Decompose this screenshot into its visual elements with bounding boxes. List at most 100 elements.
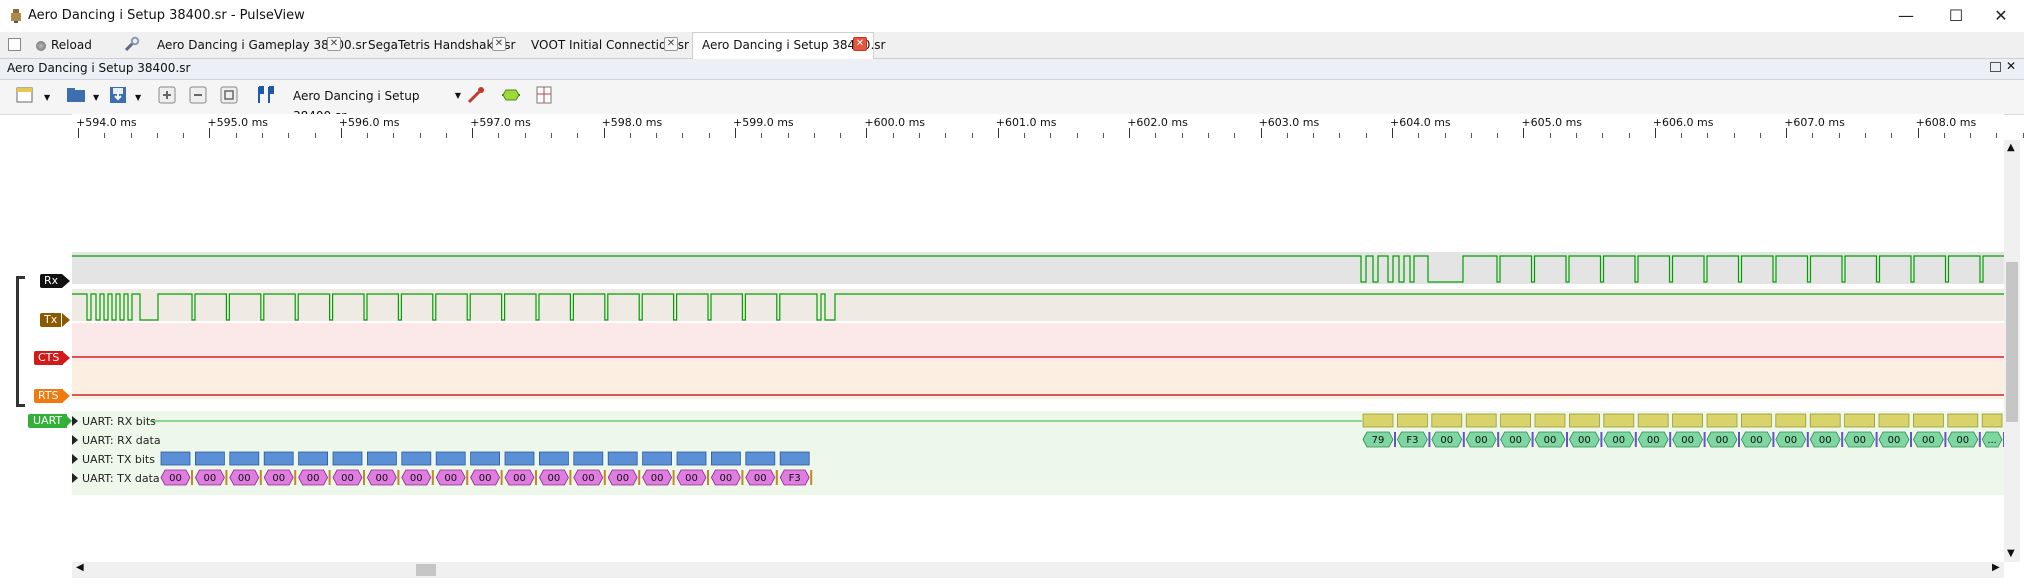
- rx-stop-bit-marker: [1531, 432, 1534, 447]
- scroll-right-icon[interactable]: ▶: [1992, 562, 2000, 573]
- rx-data-value: 00: [1681, 435, 1694, 446]
- tx-bits-block: [607, 451, 638, 466]
- rx-stop-bit-marker: [1394, 432, 1396, 447]
- tx-bits-block: [779, 451, 810, 466]
- tx-bits-block: [401, 451, 432, 466]
- rx-data-value: 00: [1922, 435, 1935, 446]
- rx-bits-block: [1913, 413, 1944, 428]
- tx-bits-block: [504, 451, 535, 466]
- rx-stop-bit-marker: [1634, 432, 1637, 447]
- tx-data-value: 00: [238, 473, 251, 484]
- tx-stop-bit-marker: [775, 470, 778, 485]
- tx-stop-bit-marker: [225, 470, 228, 485]
- tx-stop-bit-marker: [294, 470, 297, 485]
- tx-bits-block: [539, 451, 569, 466]
- tx-bits-block: [676, 451, 707, 466]
- tx-bits-block: [194, 451, 225, 466]
- rx-stop-bit-marker: [1910, 432, 1912, 447]
- tx-stop-bit-marker: [535, 470, 537, 485]
- rx-data-value: 00: [1888, 435, 1901, 446]
- tx-data-value: 00: [616, 473, 629, 484]
- scroll-up-icon[interactable]: ▲: [2007, 142, 2015, 153]
- tx-data-value: 00: [272, 473, 285, 484]
- tx-stop-bit-marker: [500, 470, 503, 485]
- tx-data-value: 00: [548, 473, 561, 484]
- tx-bits-block: [263, 451, 294, 466]
- tx-stop-bit-marker: [707, 470, 709, 485]
- tx-bits-block: [470, 451, 501, 466]
- rx-data-value: ...: [1987, 435, 1997, 446]
- rx-bits-block: [1397, 413, 1428, 428]
- rx-bits-block: [1947, 413, 1979, 428]
- horizontal-scrollbar[interactable]: [72, 562, 2004, 578]
- tx-data-value: 00: [341, 473, 354, 484]
- tx-data-value: 00: [169, 473, 182, 484]
- rx-bits-block: [1672, 413, 1703, 428]
- rx-bits-block: [1775, 413, 1807, 428]
- rx-stop-bit-marker: [1875, 432, 1878, 447]
- tx-data-value: 00: [204, 473, 217, 484]
- rx-data-value: 00: [1853, 435, 1866, 446]
- tx-stop-bit-marker: [741, 470, 744, 485]
- tx-bits-block: [298, 451, 329, 466]
- rx-data-value: 00: [1440, 435, 1453, 446]
- tx-data-value: 00: [754, 473, 767, 484]
- tx-stop-bit-marker: [569, 470, 572, 485]
- rx-data-value: 00: [1544, 435, 1557, 446]
- tx-bits-block: [745, 451, 776, 466]
- tx-stop-bit-marker: [431, 470, 434, 485]
- waveform-canvas: 79 F3 00 00 00 00 00 00 00 00 00 00 00 00 00 00 00 00 ... 0…: [72, 255, 2005, 486]
- rx-stop-bit-marker: [1841, 432, 1844, 447]
- tx-stop-bit-marker: [397, 470, 400, 485]
- rx-stop-bit-marker: [1772, 432, 1775, 447]
- rx-data-value: 00: [1819, 435, 1832, 446]
- rx-bits-block: [1981, 413, 2003, 428]
- rx-data-value: 00: [1578, 435, 1591, 446]
- vertical-scroll-thumb[interactable]: [2006, 262, 2018, 422]
- tx-data-value: F3: [789, 473, 801, 484]
- rx-data-value: 00: [1509, 435, 1522, 446]
- tx-stop-bit-marker: [672, 470, 675, 485]
- tx-bits-block: [435, 451, 466, 466]
- rx-bits-block: [1465, 413, 1497, 428]
- rx-stop-bit-marker: [1669, 432, 1672, 447]
- tx-stop-bit-marker: [638, 470, 641, 485]
- rx-bits-block: [1637, 413, 1669, 428]
- rx-data-value: 00: [1612, 435, 1625, 446]
- scroll-left-icon[interactable]: ◀: [76, 562, 84, 573]
- rx-stop-bit-marker: [1462, 432, 1465, 447]
- tx-stop-bit-marker: [603, 470, 606, 485]
- rx-data-value: 00: [1475, 435, 1488, 446]
- tx-stop-bit-marker: [466, 470, 469, 485]
- rx-stop-bit-marker: [1497, 432, 1500, 447]
- rx-bits-block: [1569, 413, 1600, 428]
- tx-bits-block: [229, 451, 260, 466]
- rx-stop-bit-marker: [1738, 432, 1740, 447]
- rx-data-value: 00: [1784, 435, 1797, 446]
- rx-bits-block: [1431, 413, 1463, 428]
- tx-stop-bit-marker: [191, 470, 193, 485]
- tx-data-value: 00: [410, 473, 423, 484]
- rx-bits-block: [1603, 413, 1635, 428]
- rx-waveform: [72, 255, 2004, 283]
- rx-bits-block: [1362, 413, 1394, 428]
- tx-stop-bit-marker: [810, 470, 813, 485]
- rx-bits-block: [1534, 413, 1566, 428]
- rx-data-value: 79: [1372, 435, 1385, 446]
- scroll-down-icon[interactable]: ▼: [2007, 548, 2015, 559]
- rx-stop-bit-marker: [1944, 432, 1947, 447]
- horizontal-scroll-thumb[interactable]: [416, 564, 436, 576]
- tx-bits-block: [573, 451, 604, 466]
- tx-bits-block: [366, 451, 397, 466]
- tx-waveform: [72, 293, 2004, 321]
- rx-stop-bit-marker: [1703, 432, 1706, 447]
- rx-bits-block: [1809, 413, 1841, 428]
- tx-bits-block: [332, 451, 363, 466]
- tx-data-value: 00: [582, 473, 595, 484]
- rx-stop-bit-marker: [1978, 432, 1981, 447]
- tx-data-value: 00: [720, 473, 733, 484]
- rx-stop-bit-marker: [1566, 432, 1568, 447]
- rx-bits-block: [1500, 413, 1531, 428]
- tx-data-value: 00: [651, 473, 664, 484]
- tx-stop-bit-marker: [328, 470, 331, 485]
